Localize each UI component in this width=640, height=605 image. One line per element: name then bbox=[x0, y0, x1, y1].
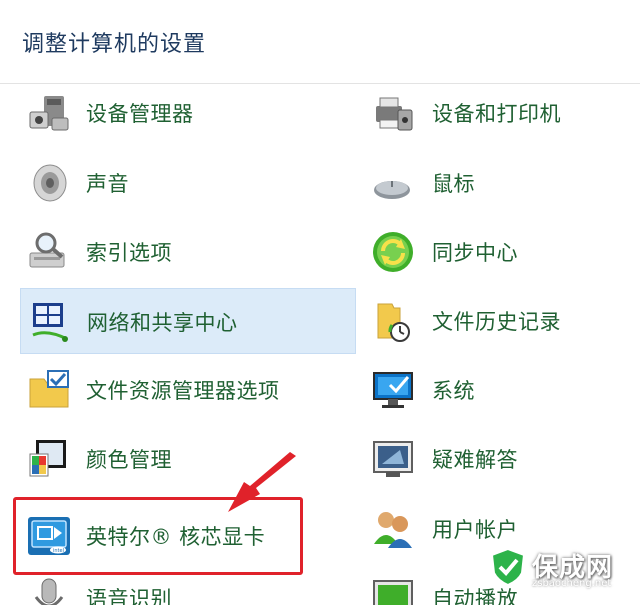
item-label: 颜色管理 bbox=[86, 448, 172, 472]
shield-logo-icon bbox=[490, 547, 526, 587]
item-label: 用户帐户 bbox=[432, 518, 518, 542]
watermark-url: zsbaocheng.net bbox=[532, 578, 612, 589]
autoplay-icon bbox=[373, 580, 413, 605]
watermark: 保成网 zsbaocheng.net bbox=[486, 545, 636, 593]
item-system[interactable]: 系统 bbox=[366, 357, 636, 423]
microphone-icon bbox=[34, 578, 64, 605]
network-icon bbox=[32, 303, 68, 342]
item-label: 网络和共享中心 bbox=[87, 311, 238, 335]
red-arrow-icon bbox=[228, 452, 296, 512]
item-sound[interactable]: 声音 bbox=[20, 150, 356, 216]
speaker-icon bbox=[33, 164, 67, 202]
user-accounts-icon bbox=[374, 512, 412, 548]
page-header: 调整计算机的设置 bbox=[0, 0, 640, 84]
color-management-icon bbox=[29, 440, 66, 477]
device-manager-icon bbox=[29, 96, 69, 131]
page-title: 调整计算机的设置 bbox=[22, 32, 207, 57]
system-monitor-icon bbox=[373, 372, 413, 408]
item-troubleshooting[interactable]: 疑难解答 bbox=[366, 426, 636, 492]
item-file-history[interactable]: 文件历史记录 bbox=[366, 288, 636, 354]
file-history-icon bbox=[377, 303, 410, 342]
folder-options-icon bbox=[29, 370, 69, 408]
mouse-icon bbox=[374, 181, 410, 199]
item-label: 同步中心 bbox=[432, 241, 518, 265]
item-label: 声音 bbox=[86, 172, 129, 196]
item-label: 疑难解答 bbox=[432, 448, 518, 472]
item-label: 文件资源管理器选项 bbox=[86, 379, 280, 403]
item-label: 设备管理器 bbox=[86, 102, 194, 126]
item-label: 文件历史记录 bbox=[432, 310, 561, 334]
item-label: 系统 bbox=[432, 379, 475, 403]
item-file-explorer-options[interactable]: 文件资源管理器选项 bbox=[20, 357, 356, 423]
item-indexing-options[interactable]: 索引选项 bbox=[20, 219, 356, 285]
item-label: 语音识别 bbox=[86, 587, 172, 605]
item-label: 索引选项 bbox=[86, 241, 172, 265]
item-color-management[interactable]: 颜色管理 bbox=[20, 426, 356, 492]
indexing-icon bbox=[29, 232, 65, 268]
sync-icon bbox=[373, 232, 413, 272]
printer-icon bbox=[376, 97, 413, 131]
item-network-sharing-center[interactable]: 网络和共享中心 bbox=[20, 288, 356, 354]
troubleshooting-icon bbox=[373, 441, 413, 477]
item-device-manager[interactable]: 设备管理器 bbox=[20, 80, 356, 146]
item-devices-printers[interactable]: 设备和打印机 bbox=[366, 80, 636, 146]
item-sync-center[interactable]: 同步中心 bbox=[366, 219, 636, 285]
item-mouse[interactable]: 鼠标 bbox=[366, 150, 636, 216]
item-label: 鼠标 bbox=[432, 172, 475, 196]
item-label: 设备和打印机 bbox=[432, 102, 561, 126]
